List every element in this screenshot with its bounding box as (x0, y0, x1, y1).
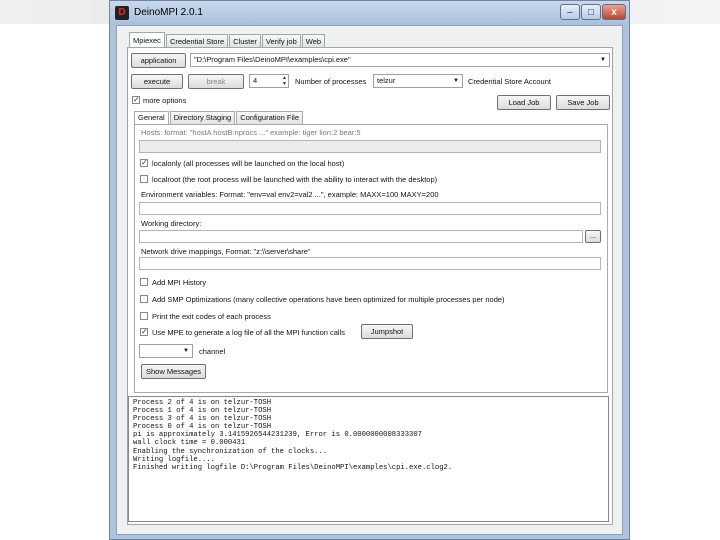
title-bar[interactable]: D DeinoMPI 2.0.1 – □ x (110, 1, 629, 25)
env-vars-label: Environment variables: Format: "env=val … (141, 190, 439, 199)
console-line: Enabling the synchronization of the cloc… (133, 447, 328, 456)
jumpshot-button[interactable]: Jumpshot (361, 324, 413, 339)
tab-general[interactable]: General (134, 111, 169, 124)
app-logo-icon: D (115, 6, 129, 20)
option-tabs: General Directory Staging Configuration … (134, 111, 304, 124)
console-line: Writing logfile.... (133, 455, 215, 464)
console-line: Finished writing logfile D:\Program File… (133, 463, 453, 472)
smp-label: Add SMP Optimizations (many collective o… (152, 295, 505, 304)
break-button[interactable]: break (188, 74, 244, 89)
chevron-down-icon[interactable]: ▼ (600, 54, 606, 66)
close-button[interactable]: x (602, 4, 626, 20)
channel-combo[interactable]: ▼ (139, 344, 193, 358)
exit-codes-label: Print the exit codes of each process (152, 312, 271, 321)
network-mappings-label: Network drive mappings, Format: "z:\\ser… (141, 247, 311, 256)
processes-value: 4 (253, 76, 258, 85)
more-options-label: more options (143, 96, 187, 105)
mpi-history-label: Add MPI History (152, 278, 207, 287)
tab-credential-store[interactable]: Credential Store (165, 34, 229, 48)
hosts-input[interactable] (139, 140, 601, 153)
tab-cluster[interactable]: Cluster (229, 34, 261, 48)
more-options-checkbox[interactable]: ✓ (132, 96, 140, 104)
console-line: wall clock time = 0.000431 (133, 439, 246, 448)
console-line: Process 2 of 4 is on telzur-TOSH (133, 399, 272, 407)
execute-button[interactable]: execute (131, 74, 183, 89)
console-line: Process 1 of 4 is on telzur-TOSH (133, 407, 272, 416)
window-title: DeinoMPI 2.0.1 (134, 7, 203, 18)
load-job-button[interactable]: Load Job (497, 95, 551, 110)
chevron-down-icon[interactable]: ▼ (453, 75, 459, 87)
updown-arrows-icon[interactable]: ▲ ▼ (282, 75, 287, 87)
application-path-value: "D:\Program Files\DeinoMPI\examples\cpi.… (194, 55, 351, 64)
env-vars-input[interactable] (139, 202, 601, 215)
localonly-checkbox[interactable]: ✓ (140, 159, 148, 167)
processes-label: Number of processes (295, 77, 367, 86)
save-job-button[interactable]: Save Job (556, 95, 610, 110)
tab-directory-staging[interactable]: Directory Staging (169, 111, 236, 124)
network-mappings-input[interactable] (139, 257, 601, 270)
account-label: Credential Store Account (468, 77, 551, 86)
tab-verify-job[interactable]: Verify job (261, 34, 301, 48)
channel-label: channel (199, 347, 226, 356)
output-console[interactable]: Process 2 of 4 is on telzur-TOSH Process… (128, 396, 609, 522)
mpe-label: Use MPE to generate a log file of all th… (152, 328, 346, 337)
account-value: telzur (377, 76, 396, 85)
console-line: Process 0 of 4 is on telzur-TOSH (133, 423, 272, 432)
console-line: pi is approximately 3.1415926544231239, … (133, 431, 422, 440)
application-button[interactable]: application (131, 53, 186, 68)
mpe-checkbox[interactable]: ✓ (140, 328, 148, 336)
processes-stepper[interactable]: 4 ▲ ▼ (249, 74, 289, 88)
localonly-label: localonly (all processes will be launche… (152, 159, 345, 168)
tab-web[interactable]: Web (301, 34, 326, 48)
console-line: Process 3 of 4 is on telzur-TOSH (133, 415, 272, 424)
tab-mpiexec[interactable]: Mpiexec (129, 32, 165, 48)
maximize-button[interactable]: □ (581, 4, 601, 20)
mpi-history-checkbox[interactable] (140, 278, 148, 286)
smp-checkbox[interactable] (140, 295, 148, 303)
localroot-checkbox[interactable] (140, 175, 148, 183)
show-messages-button[interactable]: Show Messages (141, 364, 206, 379)
tab-configuration-file[interactable]: Configuration File (236, 111, 303, 124)
exit-codes-checkbox[interactable] (140, 312, 148, 320)
app-window: D DeinoMPI 2.0.1 – □ x Mpiexec Credentia… (109, 0, 630, 540)
chevron-down-icon[interactable]: ▼ (183, 345, 189, 357)
working-directory-label: Working directory: (141, 219, 202, 228)
working-directory-input[interactable] (139, 230, 583, 243)
account-combo[interactable]: telzur ▼ (373, 74, 463, 88)
application-path-combo[interactable]: "D:\Program Files\DeinoMPI\examples\cpi.… (190, 53, 610, 67)
browse-button[interactable]: ... (585, 230, 601, 243)
minimize-button[interactable]: – (560, 4, 580, 20)
hosts-label: Hosts: format: "hostA hostB:nprocs ..." … (141, 128, 361, 137)
localroot-label: localroot (the root process will be laun… (152, 175, 438, 184)
main-tabs: Mpiexec Credential Store Cluster Verify … (129, 32, 326, 48)
